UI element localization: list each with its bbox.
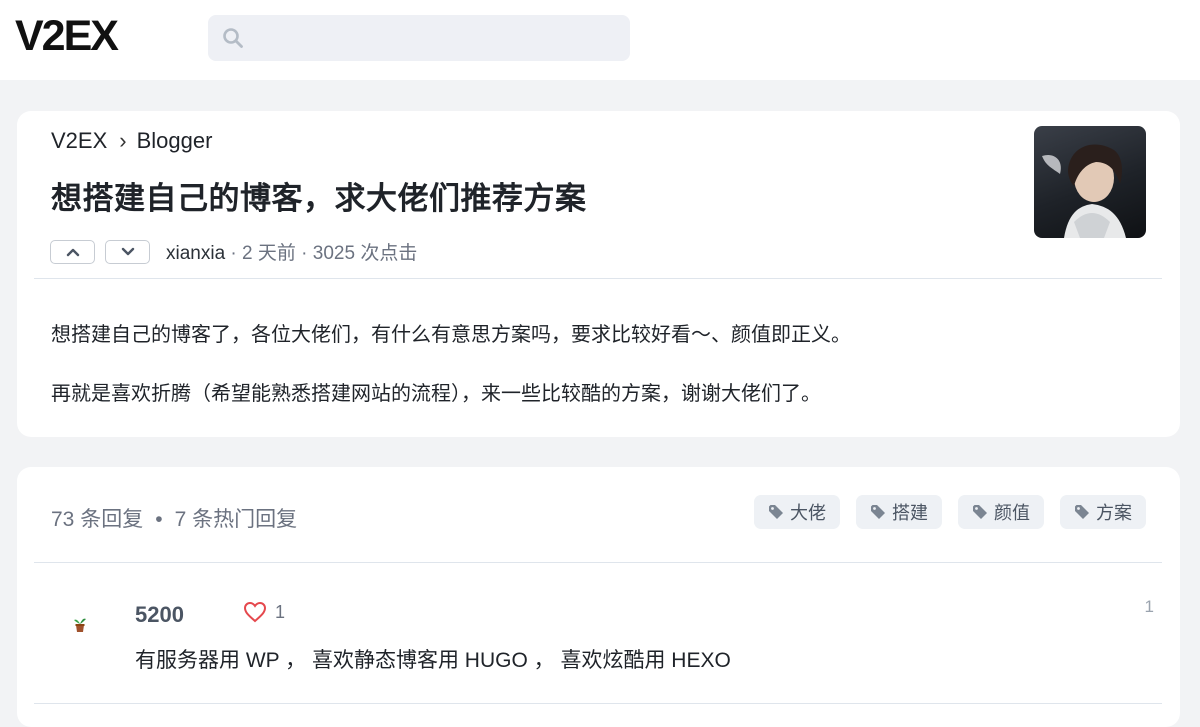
tag-icon (871, 505, 885, 519)
breadcrumb-separator: › (119, 128, 127, 153)
divider (34, 562, 1162, 563)
author-avatar[interactable] (1034, 126, 1146, 238)
tag-list: 大佬 搭建 颜值 方案 (754, 495, 1146, 529)
upvote-button[interactable] (50, 240, 95, 264)
breadcrumb-root[interactable]: V2EX (51, 128, 107, 153)
tag-icon (1075, 505, 1089, 519)
search-input[interactable] (256, 23, 616, 53)
reply-count: 73 条回复 (51, 508, 144, 531)
topic-content-paragraph: 想搭建自己的博客了，各位大佬们，有什么有意思方案吗，要求比较好看～、颜值即正义。 (51, 324, 851, 346)
tag-label: 颜值 (994, 503, 1030, 523)
reply-like-count: 1 (275, 601, 286, 622)
topic-meta: xianxia · 2 天前 · 3025 次点击 (166, 238, 417, 265)
tag-chip[interactable]: 搭建 (856, 495, 942, 529)
topic-title: 想搭建自己的博客，求大佬们推荐方案 (51, 181, 587, 217)
breadcrumb-node[interactable]: Blogger (137, 128, 213, 153)
tag-label: 大佬 (790, 503, 826, 523)
top-bar: V2EX (0, 0, 1200, 80)
downvote-button[interactable] (105, 240, 150, 264)
tag-icon (769, 505, 783, 519)
separator-dot: • (155, 508, 163, 531)
heart-icon (243, 601, 267, 623)
tag-label: 搭建 (892, 503, 928, 523)
tag-chip[interactable]: 颜值 (958, 495, 1044, 529)
topic-card: V2EX › Blogger 想搭建自己的博客，求大佬们推荐方案 xianxia ·… (17, 111, 1180, 437)
replies-summary: 73 条回复 • 7 条热门回复 (51, 503, 297, 533)
site-logo[interactable]: V2EX (15, 14, 119, 58)
reply-floor-number: 1 (1144, 597, 1154, 616)
topic-content-paragraph: 再就是喜欢折腾（希望能熟悉搭建网站的流程），来一些比较酷的方案，谢谢大佬们了。 (51, 383, 821, 405)
reply-content: 有服务器用 WP ， 喜欢静态博客用 HUGO ， 喜欢炫酷用 HEXO (135, 649, 731, 672)
tag-icon (973, 505, 987, 519)
tag-chip[interactable]: 方案 (1060, 495, 1146, 529)
search-box[interactable] (208, 15, 630, 61)
breadcrumb: V2EX › Blogger (51, 128, 212, 154)
reply-avatar[interactable] (69, 613, 91, 635)
hot-reply-count: 7 条热门回复 (174, 508, 298, 531)
tag-chip[interactable]: 大佬 (754, 495, 840, 529)
topic-meta-info: · 2 天前 · 3025 次点击 (225, 243, 418, 264)
reply-username[interactable]: 5200 (135, 602, 184, 628)
reply-like-button[interactable]: 1 (243, 601, 285, 623)
replies-card: 73 条回复 • 7 条热门回复 大佬 搭建 颜值 方案 5200 1 1 有服务器 (17, 467, 1180, 727)
chevron-up-icon (66, 248, 79, 257)
chevron-down-icon (121, 247, 134, 256)
search-icon (222, 27, 244, 54)
divider (34, 278, 1162, 279)
tag-label: 方案 (1096, 503, 1132, 523)
author-link[interactable]: xianxia (166, 243, 225, 264)
divider (34, 703, 1162, 704)
